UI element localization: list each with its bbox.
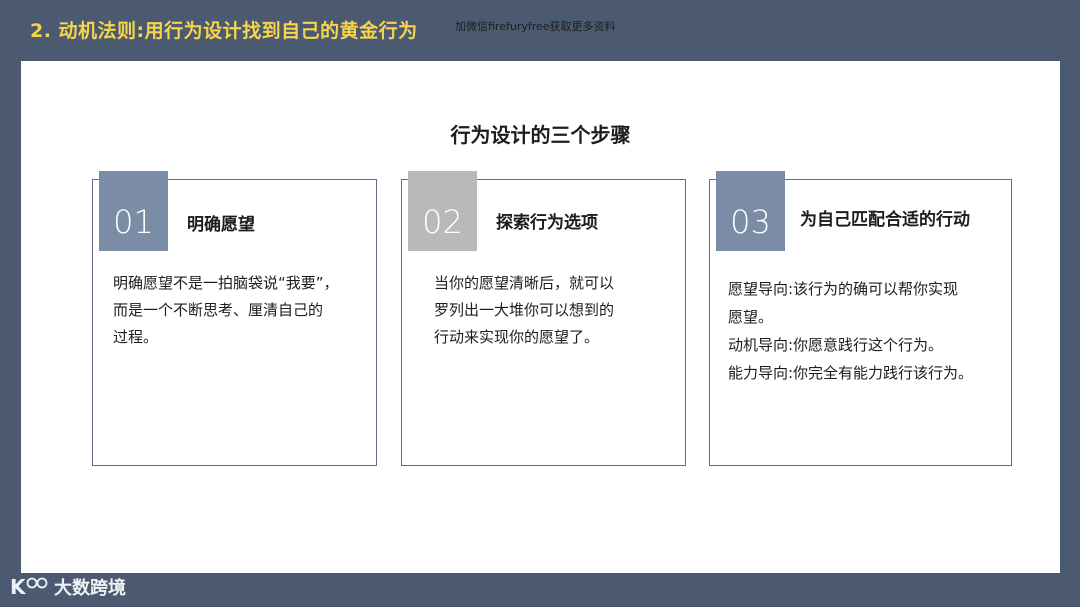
footer-brand: K 大数跨境 [10, 575, 126, 599]
watermark-text: 加微信firefuryfree获取更多资料 [455, 20, 616, 33]
step-title: 明确愿望 [187, 215, 255, 235]
step-number-badge: 01 [99, 171, 168, 251]
step-description: 明确愿望不是一拍脑袋说“我要”， 而是一个不断思考、厘清自己的 过程。 [113, 270, 362, 351]
step-card-1: 01 明确愿望 明确愿望不是一拍脑袋说“我要”， 而是一个不断思考、厘清自己的 … [92, 171, 377, 466]
description-line: 能力导向:你完全有能力践行该行为。 [728, 364, 974, 382]
page-title: 2. 动机法则:用行为设计找到自己的黄金行为 [30, 20, 418, 42]
svg-text:K: K [10, 575, 27, 599]
description-line: 明确愿望不是一拍脑袋说“我要”， [113, 274, 339, 292]
step-number-badge: 02 [408, 171, 477, 251]
content-panel: 行为设计的三个步骤 01 明确愿望 明确愿望不是一拍脑袋说“我要”， 而是一个不… [21, 61, 1060, 573]
step-title: 为自己匹配合适的行动 [800, 210, 970, 230]
description-line: 当你的愿望清晰后，就可以 [434, 274, 615, 292]
step-number-badge: 03 [716, 171, 785, 251]
step-description: 愿望导向:该行为的确可以帮你实现 愿望。 动机导向:你愿意践行这个行为。 能力导… [728, 275, 1011, 387]
description-line: 罗列出一大堆你可以想到的 [434, 301, 615, 319]
description-line: 行动来实现你的愿望了。 [434, 328, 600, 346]
description-line: 动机导向:你愿意践行这个行为。 [728, 336, 944, 354]
step-card-2: 02 探索行为选项 当你的愿望清晰后，就可以 罗列出一大堆你可以想到的 行动来实… [401, 171, 686, 466]
step-card-3: 03 为自己匹配合适的行动 愿望导向:该行为的确可以帮你实现 愿望。 动机导向:… [709, 171, 1012, 466]
description-line: 过程。 [113, 328, 159, 346]
description-line: 愿望导向:该行为的确可以帮你实现 [728, 280, 959, 298]
description-line: 而是一个不断思考、厘清自己的 [113, 301, 324, 319]
section-title: 行为设计的三个步骤 [450, 123, 631, 147]
brand-name: 大数跨境 [54, 578, 126, 599]
step-description: 当你的愿望清晰后，就可以 罗列出一大堆你可以想到的 行动来实现你的愿望了。 [434, 270, 671, 351]
step-title: 探索行为选项 [496, 213, 598, 233]
brand-logo-icon: K [10, 575, 48, 599]
description-line: 愿望。 [728, 308, 774, 326]
